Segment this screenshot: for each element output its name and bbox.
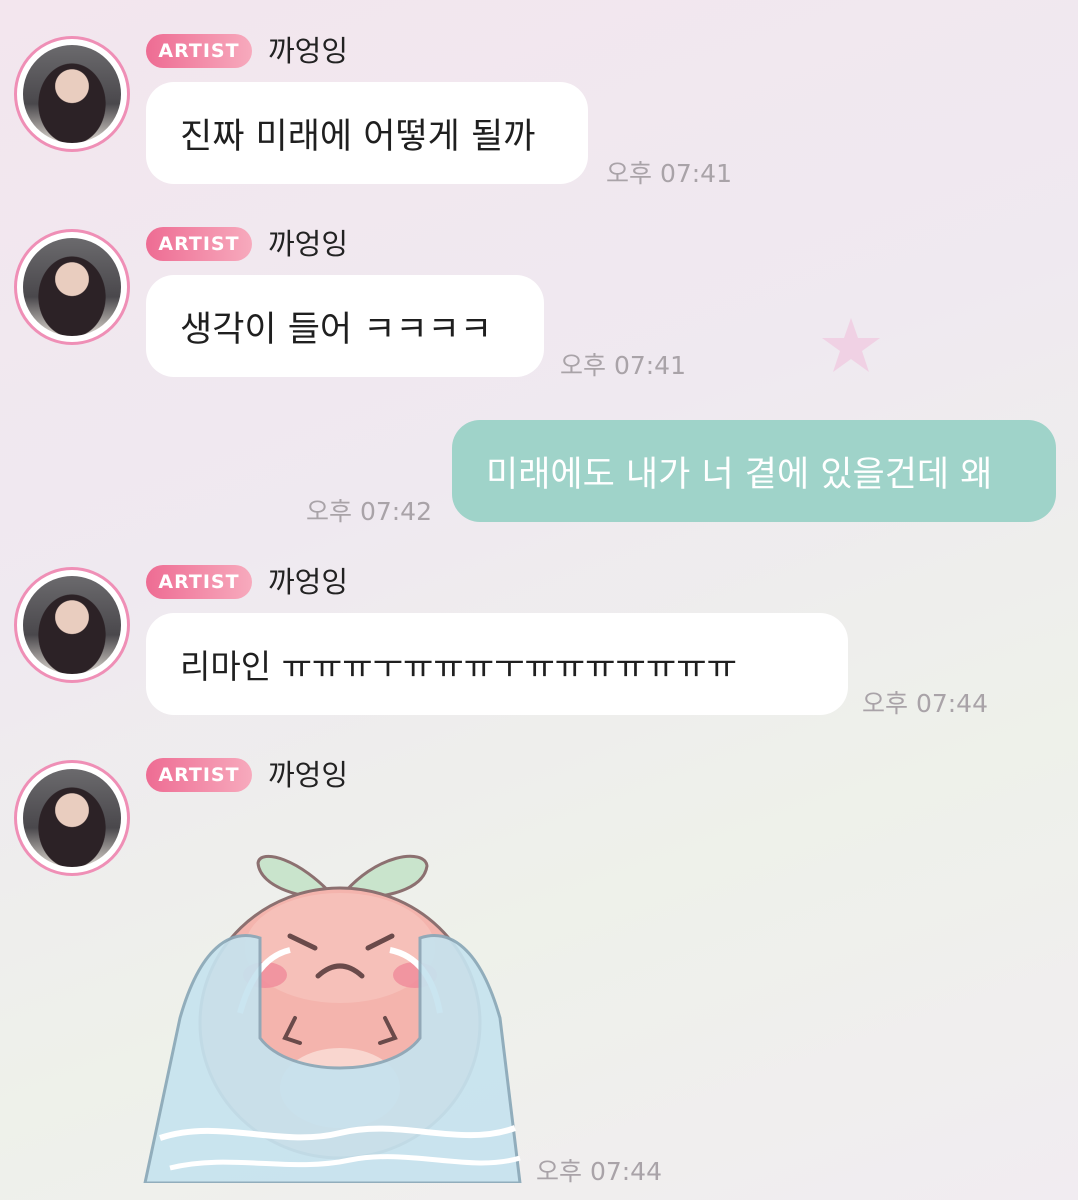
sender-name: 까엉잉 [268,34,349,68]
message-time: 오후 07:42 [306,497,432,526]
message-bubble[interactable]: 진짜 미래에 어떻게 될까 [146,82,588,184]
star-decoration-icon [822,318,880,372]
my-message-bubble[interactable]: 미래에도 내가 너 곁에 있을건데 왜 [452,420,1056,522]
message-time: 오후 07:41 [606,159,732,188]
message-time: 오후 07:41 [560,351,686,380]
message-bubble[interactable]: 리마인 ㅠㅠㅠㅜㅠㅠㅠㅜㅠㅠㅠㅠㅠㅠㅠ [146,613,848,715]
artist-badge: ARTIST [146,227,252,261]
message-time: 오후 07:44 [862,689,988,718]
crying-peach-sticker-icon[interactable] [140,838,530,1183]
artist-badge: ARTIST [146,34,252,68]
sender-name: 까엉잉 [268,565,349,599]
sender-name: 까엉잉 [268,227,349,261]
avatar[interactable] [14,760,130,876]
avatar[interactable] [14,36,130,152]
message-time: 오후 07:44 [536,1157,662,1186]
message-bubble[interactable]: 생각이 들어 ㅋㅋㅋㅋ [146,275,544,377]
avatar[interactable] [14,567,130,683]
artist-badge: ARTIST [146,565,252,599]
sender-name: 까엉잉 [268,758,349,792]
artist-badge: ARTIST [146,758,252,792]
avatar[interactable] [14,229,130,345]
